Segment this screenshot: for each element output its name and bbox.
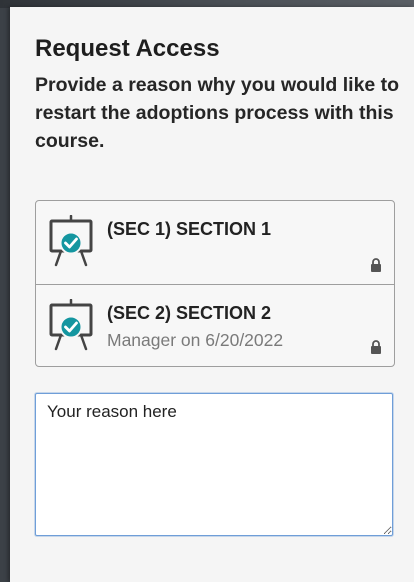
section-list: (SEC 1) SECTION 1 (SEC 2) SECTION 2 Mana… [35,200,395,367]
lock-icon [371,258,381,272]
request-access-panel: Request Access Provide a reason why you … [10,7,414,582]
section-name: (SEC 1) SECTION 1 [107,219,272,239]
reason-textarea[interactable] [35,393,393,536]
dialog-title: Request Access [35,35,220,62]
easel-check-icon [49,215,93,267]
list-item-section-1[interactable]: (SEC 1) SECTION 1 [36,201,394,284]
lock-icon [371,340,381,354]
list-item-section-2[interactable]: (SEC 2) SECTION 2 Manager on 6/20/2022 [36,284,394,366]
section-meta: Manager on 6/20/2022 [107,330,284,350]
easel-check-icon [49,299,93,351]
section-name: (SEC 2) SECTION 2 [107,303,272,323]
dialog-description: Provide a reason why you would like to r… [35,74,400,152]
